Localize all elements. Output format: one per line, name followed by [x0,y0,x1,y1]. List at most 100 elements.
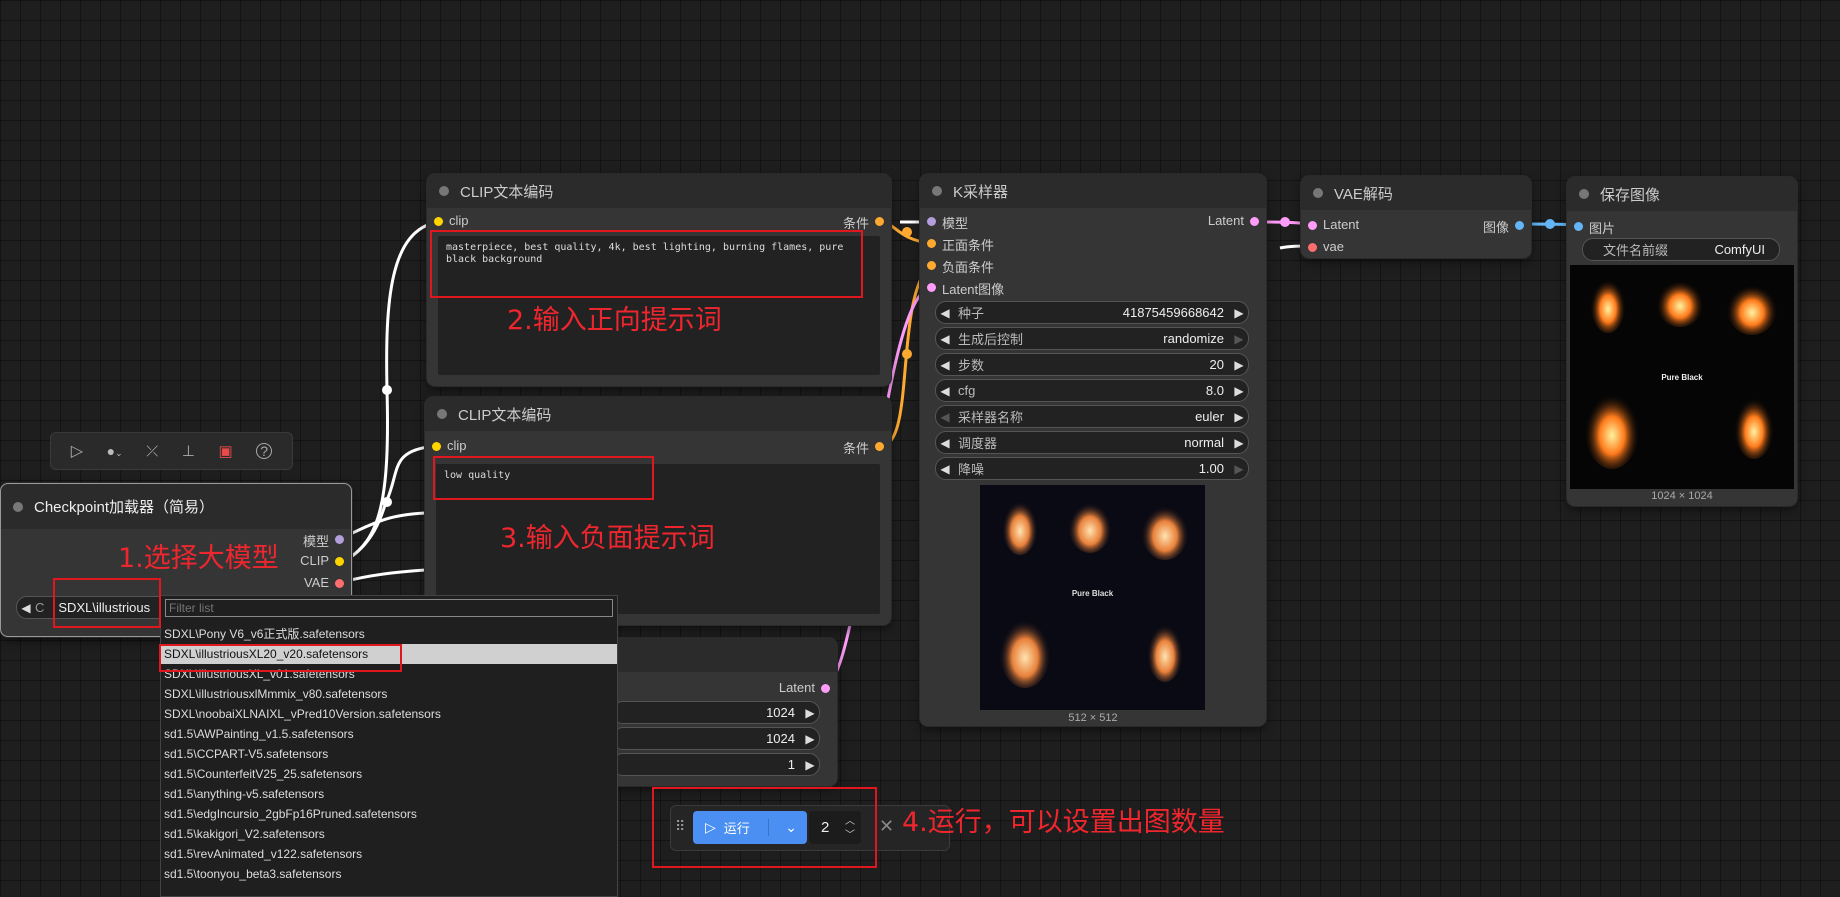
output-dot-icon[interactable] [875,442,884,451]
arrow-right-icon[interactable]: ▶ [801,706,819,720]
arrow-right-icon[interactable]: ▶ [801,732,819,746]
arrow-right-icon[interactable]: ▶ [1230,332,1248,346]
scheduler-widget[interactable]: ◀ 调度器 normal ▶ [935,431,1249,454]
collapse-dot-icon[interactable] [1579,189,1589,199]
clip-text-encode-negative-node[interactable]: CLIP文本编码 clip 条件 low quality [425,397,891,625]
collapse-dot-icon[interactable] [13,501,23,512]
vae-decode-node[interactable]: VAE解码 Latent vae 图像 [1301,176,1531,258]
collapse-dot-icon[interactable] [932,186,942,196]
checkpoint-dropdown-list[interactable]: SDXL\Pony V6_v6正式版.safetensors SDXL\illus… [160,595,618,897]
output-dot-icon[interactable] [821,684,830,693]
arrow-left-icon[interactable]: ◀ [936,462,954,476]
output-conditioning[interactable]: 条件 [843,438,884,457]
collapse-dot-icon[interactable] [439,186,449,196]
node-title[interactable]: 保存图像 [1567,177,1797,211]
input-dot-icon[interactable] [927,283,936,292]
arrow-right-icon[interactable]: ▶ [1230,306,1248,320]
filter-input[interactable] [165,599,613,617]
ksampler-node[interactable]: K采样器 模型 正面条件 负面条件 Latent图像 Latent ◀ 种子 418… [920,174,1266,726]
arrow-right-icon[interactable]: ▶ [1230,358,1248,372]
node-title[interactable] [612,638,837,672]
dropdown-item[interactable]: sd1.5\toonyou_beta3.safetensors [161,864,617,884]
reroute-dot[interactable] [902,349,912,359]
color-circle-icon[interactable]: ●⌄ [107,443,123,459]
reroute-dot[interactable] [1280,217,1290,227]
cfg-widget[interactable]: ◀ cfg 8.0 ▶ [935,379,1249,402]
input-dot-icon[interactable] [1308,221,1317,230]
input-latent[interactable]: Latent图像 [927,279,1004,298]
node-title[interactable]: CLIP文本编码 [425,397,891,431]
seed-widget[interactable]: ◀ 种子 41875459668642 ▶ [935,301,1249,324]
arrow-left-icon[interactable]: ◀ [936,332,954,346]
dropdown-item[interactable]: sd1.5\kakigori_V2.safetensors [161,824,617,844]
arrow-right-icon[interactable]: ▶ [1230,462,1248,476]
node-title[interactable]: VAE解码 [1301,176,1531,210]
dropdown-item[interactable]: sd1.5\CounterfeitV25_25.safetensors [161,764,617,784]
input-model[interactable]: 模型 [927,213,968,232]
empty-latent-image-node[interactable]: Latent 1024 ▶ 1024 ▶ 1 ▶ [612,638,837,786]
output-latent[interactable]: Latent [1208,213,1259,228]
input-vae[interactable]: vae [1308,239,1344,254]
reroute-dot[interactable] [382,385,392,395]
bypass-icon[interactable]: ⤫ [146,443,158,460]
arrow-left-icon[interactable]: ◀ [936,384,954,398]
arrow-right-icon[interactable]: ▶ [801,758,819,772]
input-dot-icon[interactable] [927,261,936,270]
input-positive[interactable]: 正面条件 [927,235,994,254]
output-dot-icon[interactable] [335,557,344,566]
close-icon[interactable]: ✕ [879,816,894,837]
input-dot-icon[interactable] [432,442,441,451]
sampler-name-widget[interactable]: ◀ 采样器名称 euler ▶ [935,405,1249,428]
arrow-right-icon[interactable]: ▶ [1230,384,1248,398]
arrow-right-icon[interactable]: ▶ [1230,410,1248,424]
input-negative[interactable]: 负面条件 [927,257,994,276]
width-widget[interactable]: 1024 ▶ [612,701,820,724]
input-image[interactable]: 图片 [1574,218,1615,237]
output-dot-icon[interactable] [1250,217,1259,226]
collapse-dot-icon[interactable] [437,409,447,419]
dropdown-item[interactable]: SDXL\Pony V6_v6正式版.safetensors [161,624,617,644]
play-icon[interactable]: ▷ [71,441,83,461]
help-icon[interactable]: ? [256,443,273,459]
control-after-generate-widget[interactable]: ◀ 生成后控制 randomize ▶ [935,327,1249,350]
output-dot-icon[interactable] [335,579,344,588]
dropdown-item[interactable]: SDXL\noobaiXLNAIXL_vPred10Version.safete… [161,704,617,724]
input-clip[interactable]: clip [432,438,467,453]
arrow-left-icon[interactable]: ◀ [936,436,954,450]
height-widget[interactable]: 1024 ▶ [612,727,820,750]
arrow-left-icon[interactable]: ◀ [936,358,954,372]
save-image-node[interactable]: 保存图像 图片 文件名前缀 ComfyUI Pure Black 1024 × 1… [1567,177,1797,506]
input-latent[interactable]: Latent [1308,217,1359,232]
input-dot-icon[interactable] [1308,243,1317,252]
dropdown-item[interactable]: sd1.5\CCPART-V5.safetensors [161,744,617,764]
node-title[interactable]: K采样器 [920,174,1266,208]
input-dot-icon[interactable] [434,217,443,226]
collapse-dot-icon[interactable] [1313,188,1323,198]
reroute-dot[interactable] [382,497,392,507]
arrow-right-icon[interactable]: ▶ [1230,436,1248,450]
input-dot-icon[interactable] [927,239,936,248]
steps-widget[interactable]: ◀ 步数 20 ▶ [935,353,1249,376]
input-dot-icon[interactable] [927,217,936,226]
trash-icon[interactable]: ▣ [218,442,232,460]
output-vae[interactable]: VAE [304,575,344,590]
node-title[interactable]: Checkpoint加载器（简易） [1,484,351,529]
dropdown-item[interactable]: sd1.5\revAnimated_v122.safetensors [161,844,617,864]
reroute-dot[interactable] [1545,219,1555,229]
node-title[interactable]: CLIP文本编码 [427,174,891,208]
input-clip[interactable]: clip [434,213,469,228]
reroute-dot[interactable] [902,227,912,237]
dropdown-item[interactable]: sd1.5\anything-v5.safetensors [161,784,617,804]
output-dot-icon[interactable] [1515,221,1524,230]
dropdown-item[interactable]: sd1.5\edgIncursio_2gbFp16Pruned.safetens… [161,804,617,824]
output-dot-icon[interactable] [875,217,884,226]
filename-prefix-widget[interactable]: 文件名前缀 ComfyUI [1582,238,1780,261]
denoise-widget[interactable]: ◀ 降噪 1.00 ▶ [935,457,1249,480]
output-image[interactable]: 图像 [1483,217,1524,236]
output-dot-icon[interactable] [335,535,344,544]
output-clip[interactable]: CLIP [300,553,344,568]
output-model[interactable]: 模型 [303,531,344,550]
dropdown-item[interactable]: sd1.5\AWPainting_v1.5.safetensors [161,724,617,744]
dropdown-item[interactable]: SDXL\illustriousxlMmmix_v80.safetensors [161,684,617,704]
pin-icon[interactable]: ⊥ [182,442,195,460]
